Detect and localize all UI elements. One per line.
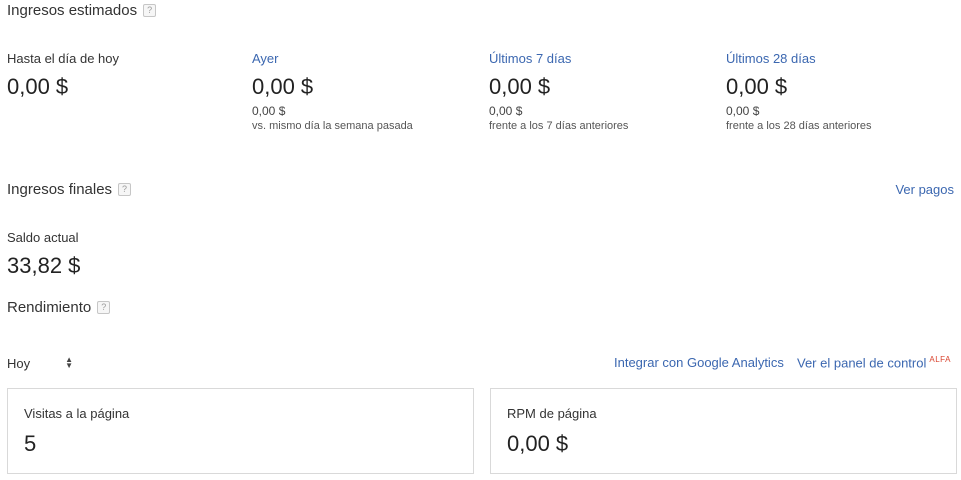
- earnings-today: Hasta el día de hoy 0,00 $: [7, 51, 119, 100]
- page-views-card: Visitas a la página 5: [7, 388, 474, 474]
- current-balance-amount: 33,82 $: [7, 253, 81, 278]
- earnings-last-7-days-amount: 0,00 $: [489, 74, 551, 99]
- earnings-today-label: Hasta el día de hoy: [7, 51, 120, 66]
- earnings-last-7-days-compare-note: frente a los 7 días anteriores: [489, 120, 629, 132]
- alfa-badge: ALFA: [929, 355, 951, 364]
- integrate-analytics-link[interactable]: Integrar con Google Analytics: [614, 355, 784, 370]
- earnings-yesterday-amount: 0,00 $: [252, 74, 314, 99]
- earnings-last-28-days-amount: 0,00 $: [726, 74, 788, 99]
- earnings-last-28-days-link[interactable]: Últimos 28 días: [726, 51, 872, 66]
- view-payments-link[interactable]: Ver pagos: [895, 182, 954, 197]
- earnings-yesterday-link[interactable]: Ayer: [252, 51, 413, 66]
- up-down-arrows-icon: ▲ ▼: [65, 355, 73, 370]
- earnings-yesterday: Ayer 0,00 $ 0,00 $ vs. mismo día la sema…: [252, 51, 413, 132]
- earnings-last-7-days-link[interactable]: Últimos 7 días: [489, 51, 628, 66]
- page-rpm-card: RPM de página 0,00 $: [490, 388, 957, 474]
- page-views-label: Visitas a la página: [24, 406, 130, 421]
- performance-title: Rendimiento ?: [7, 299, 111, 316]
- help-icon[interactable]: ?: [143, 4, 157, 17]
- current-balance: Saldo actual 33,82 $: [7, 230, 80, 279]
- earnings-last-7-days-compare-amount: 0,00 $: [489, 104, 523, 118]
- estimated-earnings-title: Ingresos estimados ?: [7, 2, 157, 19]
- period-select-value: Hoy: [7, 355, 31, 371]
- page-rpm-value: 0,00 $: [507, 431, 569, 456]
- current-balance-label: Saldo actual: [7, 230, 79, 245]
- help-icon[interactable]: ?: [118, 183, 132, 196]
- earnings-today-amount: 0,00 $: [7, 74, 69, 99]
- view-dashboard-link[interactable]: Ver el panel de control ALFA: [797, 355, 951, 370]
- view-dashboard-label: Ver el panel de control: [797, 355, 927, 371]
- page-views-value: 5: [24, 431, 37, 456]
- page-rpm-label: RPM de página: [507, 406, 597, 421]
- earnings-last-28-days-compare-note: frente a los 28 días anteriores: [726, 120, 872, 132]
- earnings-last-7-days: Últimos 7 días 0,00 $ 0,00 $ frente a lo…: [489, 51, 628, 132]
- earnings-yesterday-compare-note: vs. mismo día la semana pasada: [252, 120, 413, 132]
- earnings-last-28-days-compare-amount: 0,00 $: [726, 104, 760, 118]
- finalized-earnings-title: Ingresos finales ?: [7, 181, 132, 198]
- earnings-last-28-days: Últimos 28 días 0,00 $ 0,00 $ frente a l…: [726, 51, 872, 132]
- earnings-yesterday-compare-amount: 0,00 $: [252, 104, 286, 118]
- period-select[interactable]: Hoy ▲ ▼: [7, 352, 79, 374]
- help-icon[interactable]: ?: [97, 301, 111, 314]
